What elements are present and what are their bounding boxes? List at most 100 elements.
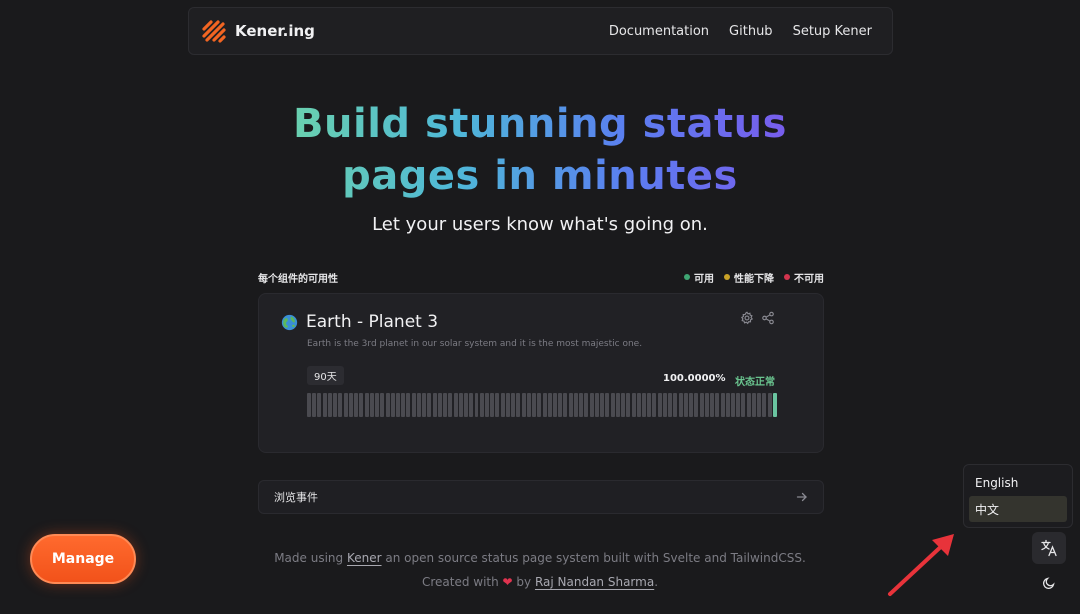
uptime-bar[interactable] — [767, 393, 772, 417]
browse-incidents-row[interactable]: 浏览事件 — [258, 480, 824, 514]
uptime-bar[interactable] — [422, 393, 427, 417]
uptime-bar[interactable] — [715, 393, 720, 417]
uptime-bar[interactable] — [307, 393, 311, 417]
uptime-bar[interactable] — [568, 393, 573, 417]
uptime-bar[interactable] — [317, 393, 322, 417]
uptime-bar[interactable] — [563, 393, 568, 417]
kener-link[interactable]: Kener — [347, 551, 382, 565]
uptime-bar[interactable] — [338, 393, 343, 417]
uptime-bar[interactable] — [636, 393, 641, 417]
uptime-bar[interactable] — [437, 393, 442, 417]
uptime-bar[interactable] — [746, 393, 751, 417]
uptime-bar[interactable] — [558, 393, 563, 417]
uptime-bar[interactable] — [537, 393, 542, 417]
uptime-bar[interactable] — [542, 393, 547, 417]
language-option-chinese[interactable]: 中文 — [969, 496, 1067, 522]
uptime-bar[interactable] — [610, 393, 615, 417]
uptime-bar[interactable] — [683, 393, 688, 417]
uptime-bar[interactable] — [573, 393, 578, 417]
uptime-bar[interactable] — [615, 393, 620, 417]
uptime-bar[interactable] — [621, 393, 626, 417]
uptime-bar[interactable] — [662, 393, 667, 417]
uptime-bar[interactable] — [385, 393, 390, 417]
uptime-bar[interactable] — [553, 393, 557, 417]
uptime-bar[interactable] — [720, 393, 725, 417]
language-toggle-button[interactable] — [1032, 532, 1066, 564]
uptime-bar[interactable] — [631, 393, 636, 417]
uptime-bar[interactable] — [772, 393, 777, 417]
uptime-bar[interactable] — [448, 393, 453, 417]
uptime-bar[interactable] — [626, 393, 631, 417]
share-icon[interactable] — [761, 311, 775, 325]
uptime-bar[interactable] — [474, 393, 479, 417]
uptime-bar[interactable] — [689, 393, 694, 417]
uptime-bar[interactable] — [762, 393, 767, 417]
gear-icon[interactable] — [740, 311, 754, 325]
uptime-bar[interactable] — [364, 393, 369, 417]
uptime-bar[interactable] — [312, 393, 317, 417]
uptime-bar[interactable] — [699, 393, 704, 417]
uptime-bar[interactable] — [532, 393, 537, 417]
uptime-bar[interactable] — [495, 393, 500, 417]
uptime-bar[interactable] — [395, 393, 400, 417]
nav-documentation[interactable]: Documentation — [609, 24, 709, 39]
uptime-bar[interactable] — [642, 393, 646, 417]
uptime-bar[interactable] — [657, 393, 662, 417]
uptime-bar[interactable] — [406, 393, 411, 417]
uptime-bar[interactable] — [730, 393, 735, 417]
language-option-english[interactable]: English — [969, 470, 1067, 496]
uptime-bar[interactable] — [427, 393, 432, 417]
uptime-bar[interactable] — [521, 393, 526, 417]
uptime-bar[interactable] — [369, 393, 374, 417]
uptime-bar[interactable] — [589, 393, 594, 417]
uptime-bar[interactable] — [458, 393, 463, 417]
uptime-bar[interactable] — [411, 393, 416, 417]
uptime-bar[interactable] — [354, 393, 359, 417]
uptime-bar[interactable] — [694, 393, 699, 417]
uptime-bar[interactable] — [725, 393, 730, 417]
uptime-bar[interactable] — [401, 393, 406, 417]
uptime-bar[interactable] — [511, 393, 516, 417]
manage-button[interactable]: Manage — [30, 534, 136, 584]
uptime-bar[interactable] — [600, 393, 605, 417]
uptime-bar[interactable] — [432, 393, 437, 417]
monitor-name[interactable]: Earth - Planet 3 — [306, 312, 438, 332]
uptime-bar[interactable] — [678, 393, 683, 417]
uptime-bar[interactable] — [516, 393, 521, 417]
uptime-bar[interactable] — [343, 393, 348, 417]
uptime-bar[interactable] — [652, 393, 657, 417]
uptime-bar[interactable] — [380, 393, 385, 417]
uptime-bar[interactable] — [333, 393, 338, 417]
uptime-bar[interactable] — [526, 393, 531, 417]
uptime-bar[interactable] — [464, 393, 469, 417]
uptime-bar[interactable] — [594, 393, 599, 417]
brand[interactable]: Kener.ing — [201, 18, 315, 44]
theme-toggle-button[interactable] — [1037, 572, 1061, 594]
uptime-bar[interactable] — [327, 393, 332, 417]
uptime-bar[interactable] — [668, 393, 673, 417]
author-link[interactable]: Raj Nandan Sharma — [535, 575, 654, 589]
uptime-bar[interactable] — [673, 393, 678, 417]
uptime-bar[interactable] — [505, 393, 510, 417]
uptime-bar[interactable] — [469, 393, 474, 417]
uptime-bar[interactable] — [704, 393, 709, 417]
uptime-bar[interactable] — [751, 393, 756, 417]
uptime-bar[interactable] — [390, 393, 395, 417]
uptime-bar[interactable] — [479, 393, 484, 417]
uptime-bar[interactable] — [647, 393, 652, 417]
nav-github[interactable]: Github — [729, 24, 773, 39]
range-badge[interactable]: 90天 — [307, 366, 344, 385]
uptime-bar[interactable] — [322, 393, 327, 417]
uptime-bar[interactable] — [757, 393, 762, 417]
uptime-bar[interactable] — [375, 393, 380, 417]
uptime-bar[interactable] — [348, 393, 353, 417]
uptime-bar[interactable] — [547, 393, 552, 417]
uptime-bar[interactable] — [416, 393, 421, 417]
uptime-bar[interactable] — [443, 393, 448, 417]
uptime-bar[interactable] — [579, 393, 584, 417]
uptime-bar[interactable] — [584, 393, 589, 417]
nav-setup-kener[interactable]: Setup Kener — [793, 24, 872, 39]
uptime-bar[interactable] — [490, 393, 495, 417]
uptime-bar[interactable] — [500, 393, 505, 417]
uptime-bar[interactable] — [484, 393, 489, 417]
